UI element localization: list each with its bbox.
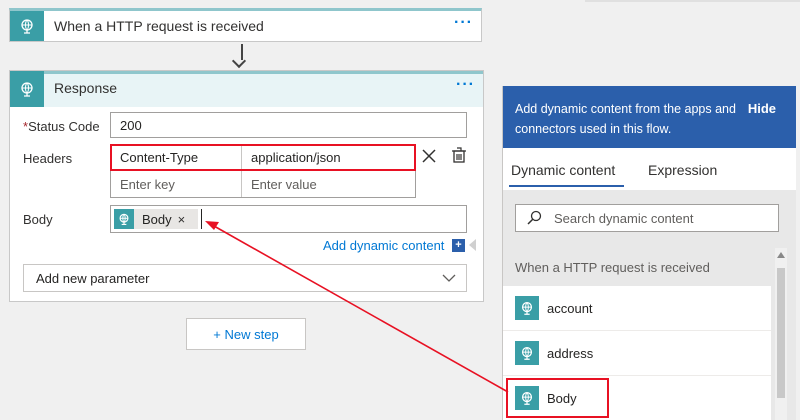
globe-icon xyxy=(515,296,539,320)
highlight-box xyxy=(506,378,609,418)
section-header: When a HTTP request is received xyxy=(515,259,710,275)
response-card: Response ··· *Status Code 200 Headers Co… xyxy=(9,70,484,302)
list-item-label: account xyxy=(547,300,593,316)
body-label: Body xyxy=(23,212,53,227)
status-code-label-text: Status Code xyxy=(28,119,100,134)
trigger-card[interactable]: When a HTTP request is received ··· xyxy=(9,8,482,42)
add-dynamic-content-link[interactable]: Add dynamic content xyxy=(323,238,444,253)
response-title: Response xyxy=(54,80,118,96)
search-placeholder: Search dynamic content xyxy=(554,210,694,226)
top-divider xyxy=(585,0,800,2)
header-key-input[interactable]: Enter key xyxy=(111,171,242,197)
add-dynamic-plus-icon[interactable]: + xyxy=(452,239,465,252)
status-code-label: *Status Code xyxy=(23,119,100,134)
header-row-empty: Enter key Enter value xyxy=(111,171,415,197)
ellipsis-icon[interactable]: ··· xyxy=(456,76,475,94)
search-input[interactable]: Search dynamic content xyxy=(515,204,779,232)
body-token[interactable]: Body × xyxy=(114,209,198,229)
delete-icon[interactable] xyxy=(450,146,468,164)
arrow-down-icon xyxy=(231,53,247,69)
close-icon[interactable] xyxy=(420,147,438,165)
token-remove-icon[interactable]: × xyxy=(178,212,186,227)
token-label: Body xyxy=(142,211,172,227)
body-input[interactable]: Body × xyxy=(110,205,467,233)
list-item-label: address xyxy=(547,345,594,361)
trigger-title: When a HTTP request is received xyxy=(54,18,264,34)
key-placeholder: Enter key xyxy=(120,176,175,192)
highlight-box xyxy=(110,144,416,171)
tab-dynamic-content[interactable]: Dynamic content xyxy=(511,162,615,178)
add-new-parameter-dropdown[interactable]: Add new parameter xyxy=(23,264,467,292)
headers-label: Headers xyxy=(23,151,73,166)
list-item[interactable]: address xyxy=(503,331,771,376)
new-step-button[interactable]: + New step xyxy=(186,318,306,350)
status-code-input[interactable]: 200 xyxy=(110,112,467,138)
new-step-label: + New step xyxy=(213,326,279,342)
ellipsis-icon[interactable]: ··· xyxy=(454,14,473,32)
globe-icon xyxy=(114,209,134,229)
globe-icon xyxy=(10,11,44,41)
text-caret xyxy=(201,209,202,229)
dynamic-content-panel: Add dynamic content from the apps and co… xyxy=(502,86,796,420)
panel-pointer xyxy=(469,239,476,251)
dynamic-panel-description: Add dynamic content from the apps and co… xyxy=(515,102,736,136)
header-value-input[interactable]: Enter value xyxy=(242,171,415,197)
tab-expression[interactable]: Expression xyxy=(648,162,717,178)
dynamic-panel-header: Add dynamic content from the apps and co… xyxy=(503,86,796,148)
chevron-down-icon xyxy=(442,274,456,282)
search-icon xyxy=(527,210,542,225)
scroll-up-icon[interactable] xyxy=(777,252,785,258)
response-header[interactable]: Response ··· xyxy=(10,71,483,107)
dynamic-tabs: Dynamic content Expression xyxy=(503,148,796,190)
globe-icon xyxy=(10,71,44,107)
globe-icon xyxy=(515,341,539,365)
list-item[interactable]: account xyxy=(503,286,771,331)
scroll-thumb[interactable] xyxy=(777,268,785,398)
status-code-value: 200 xyxy=(120,117,142,133)
value-placeholder: Enter value xyxy=(251,176,317,192)
hide-button[interactable]: Hide xyxy=(748,101,776,116)
scrollbar[interactable] xyxy=(775,248,787,420)
add-new-parameter-label: Add new parameter xyxy=(36,270,150,286)
active-tab-indicator xyxy=(509,185,624,187)
